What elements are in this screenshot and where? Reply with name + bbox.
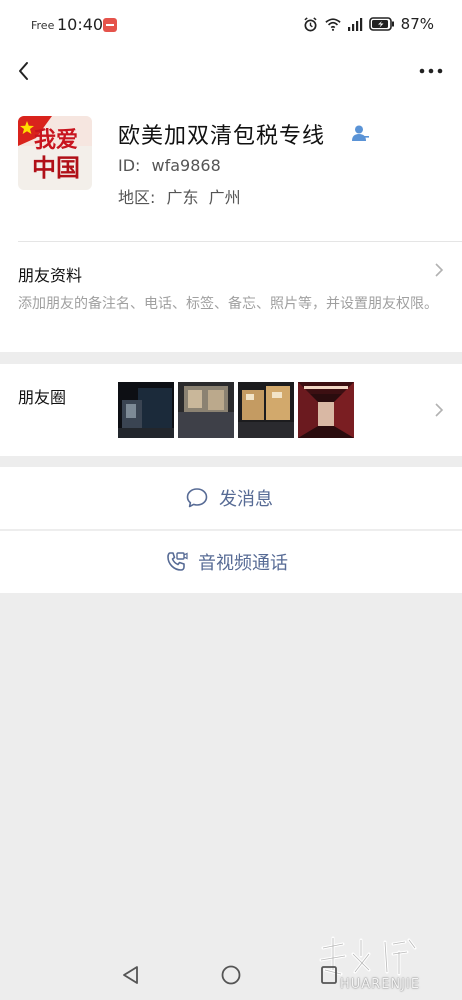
friend-info-description: 添加朋友的备注名、电话、标签、备忘、照片等，并设置朋友权限。 [18, 296, 438, 312]
nav-back-icon[interactable] [120, 964, 142, 986]
alarm-icon [303, 16, 319, 32]
wechat-id: wfa9868 [151, 156, 221, 175]
moment-thumbnail [178, 382, 234, 438]
carrier-label: Free [31, 19, 55, 32]
chevron-right-icon [434, 402, 444, 418]
chat-bubble-icon [185, 486, 209, 510]
video-call-label: 音视频通话 [198, 553, 288, 574]
avatar-text-bottom: 中国 [32, 153, 80, 182]
clock: 10:40 [57, 15, 104, 34]
moment-thumbnail [238, 382, 294, 438]
system-nav-bar [0, 950, 462, 1000]
person-icon [351, 124, 369, 142]
send-message-button[interactable]: 发消息 [0, 467, 462, 529]
avatar[interactable]: 我爱 中国 [18, 116, 92, 190]
send-message-label: 发消息 [219, 489, 273, 510]
status-bar: Free 10:40 87% [0, 0, 462, 50]
nav-home-icon[interactable] [220, 964, 242, 986]
id-label: ID: [118, 156, 141, 175]
region-label: 地区: [118, 188, 156, 207]
signal-icon [347, 16, 363, 32]
friend-info-row[interactable]: 朋友资料 添加朋友的备注名、电话、标签、备忘、照片等，并设置朋友权限。 [0, 242, 462, 352]
top-nav [0, 50, 462, 104]
moment-thumbnail [298, 382, 354, 438]
region-value: 广东 广州 [166, 188, 241, 207]
video-call-icon [164, 550, 188, 574]
more-horizontal-icon[interactable] [418, 58, 444, 84]
notification-badge-icon [103, 18, 117, 32]
video-call-button[interactable]: 音视频通话 [0, 531, 462, 593]
chevron-right-icon [434, 262, 444, 278]
nav-recents-icon[interactable] [318, 964, 340, 986]
contact-name: 欧美加双清包税专线 [118, 124, 326, 149]
profile-header: 我爱 中国 欧美加双清包税专线 ID: wfa9868 地区: 广东 广州 [0, 104, 462, 242]
avatar-text-top: 我爱 [34, 127, 78, 153]
moments-title: 朋友圈 [18, 388, 67, 407]
moments-row[interactable]: 朋友圈 [0, 364, 462, 456]
friend-info-title: 朋友资料 [18, 266, 83, 285]
chevron-left-icon[interactable] [12, 58, 38, 84]
battery-percent: 87% [400, 15, 434, 33]
battery-icon [368, 16, 395, 32]
wifi-icon [325, 16, 341, 32]
moment-thumbnail [118, 382, 174, 438]
